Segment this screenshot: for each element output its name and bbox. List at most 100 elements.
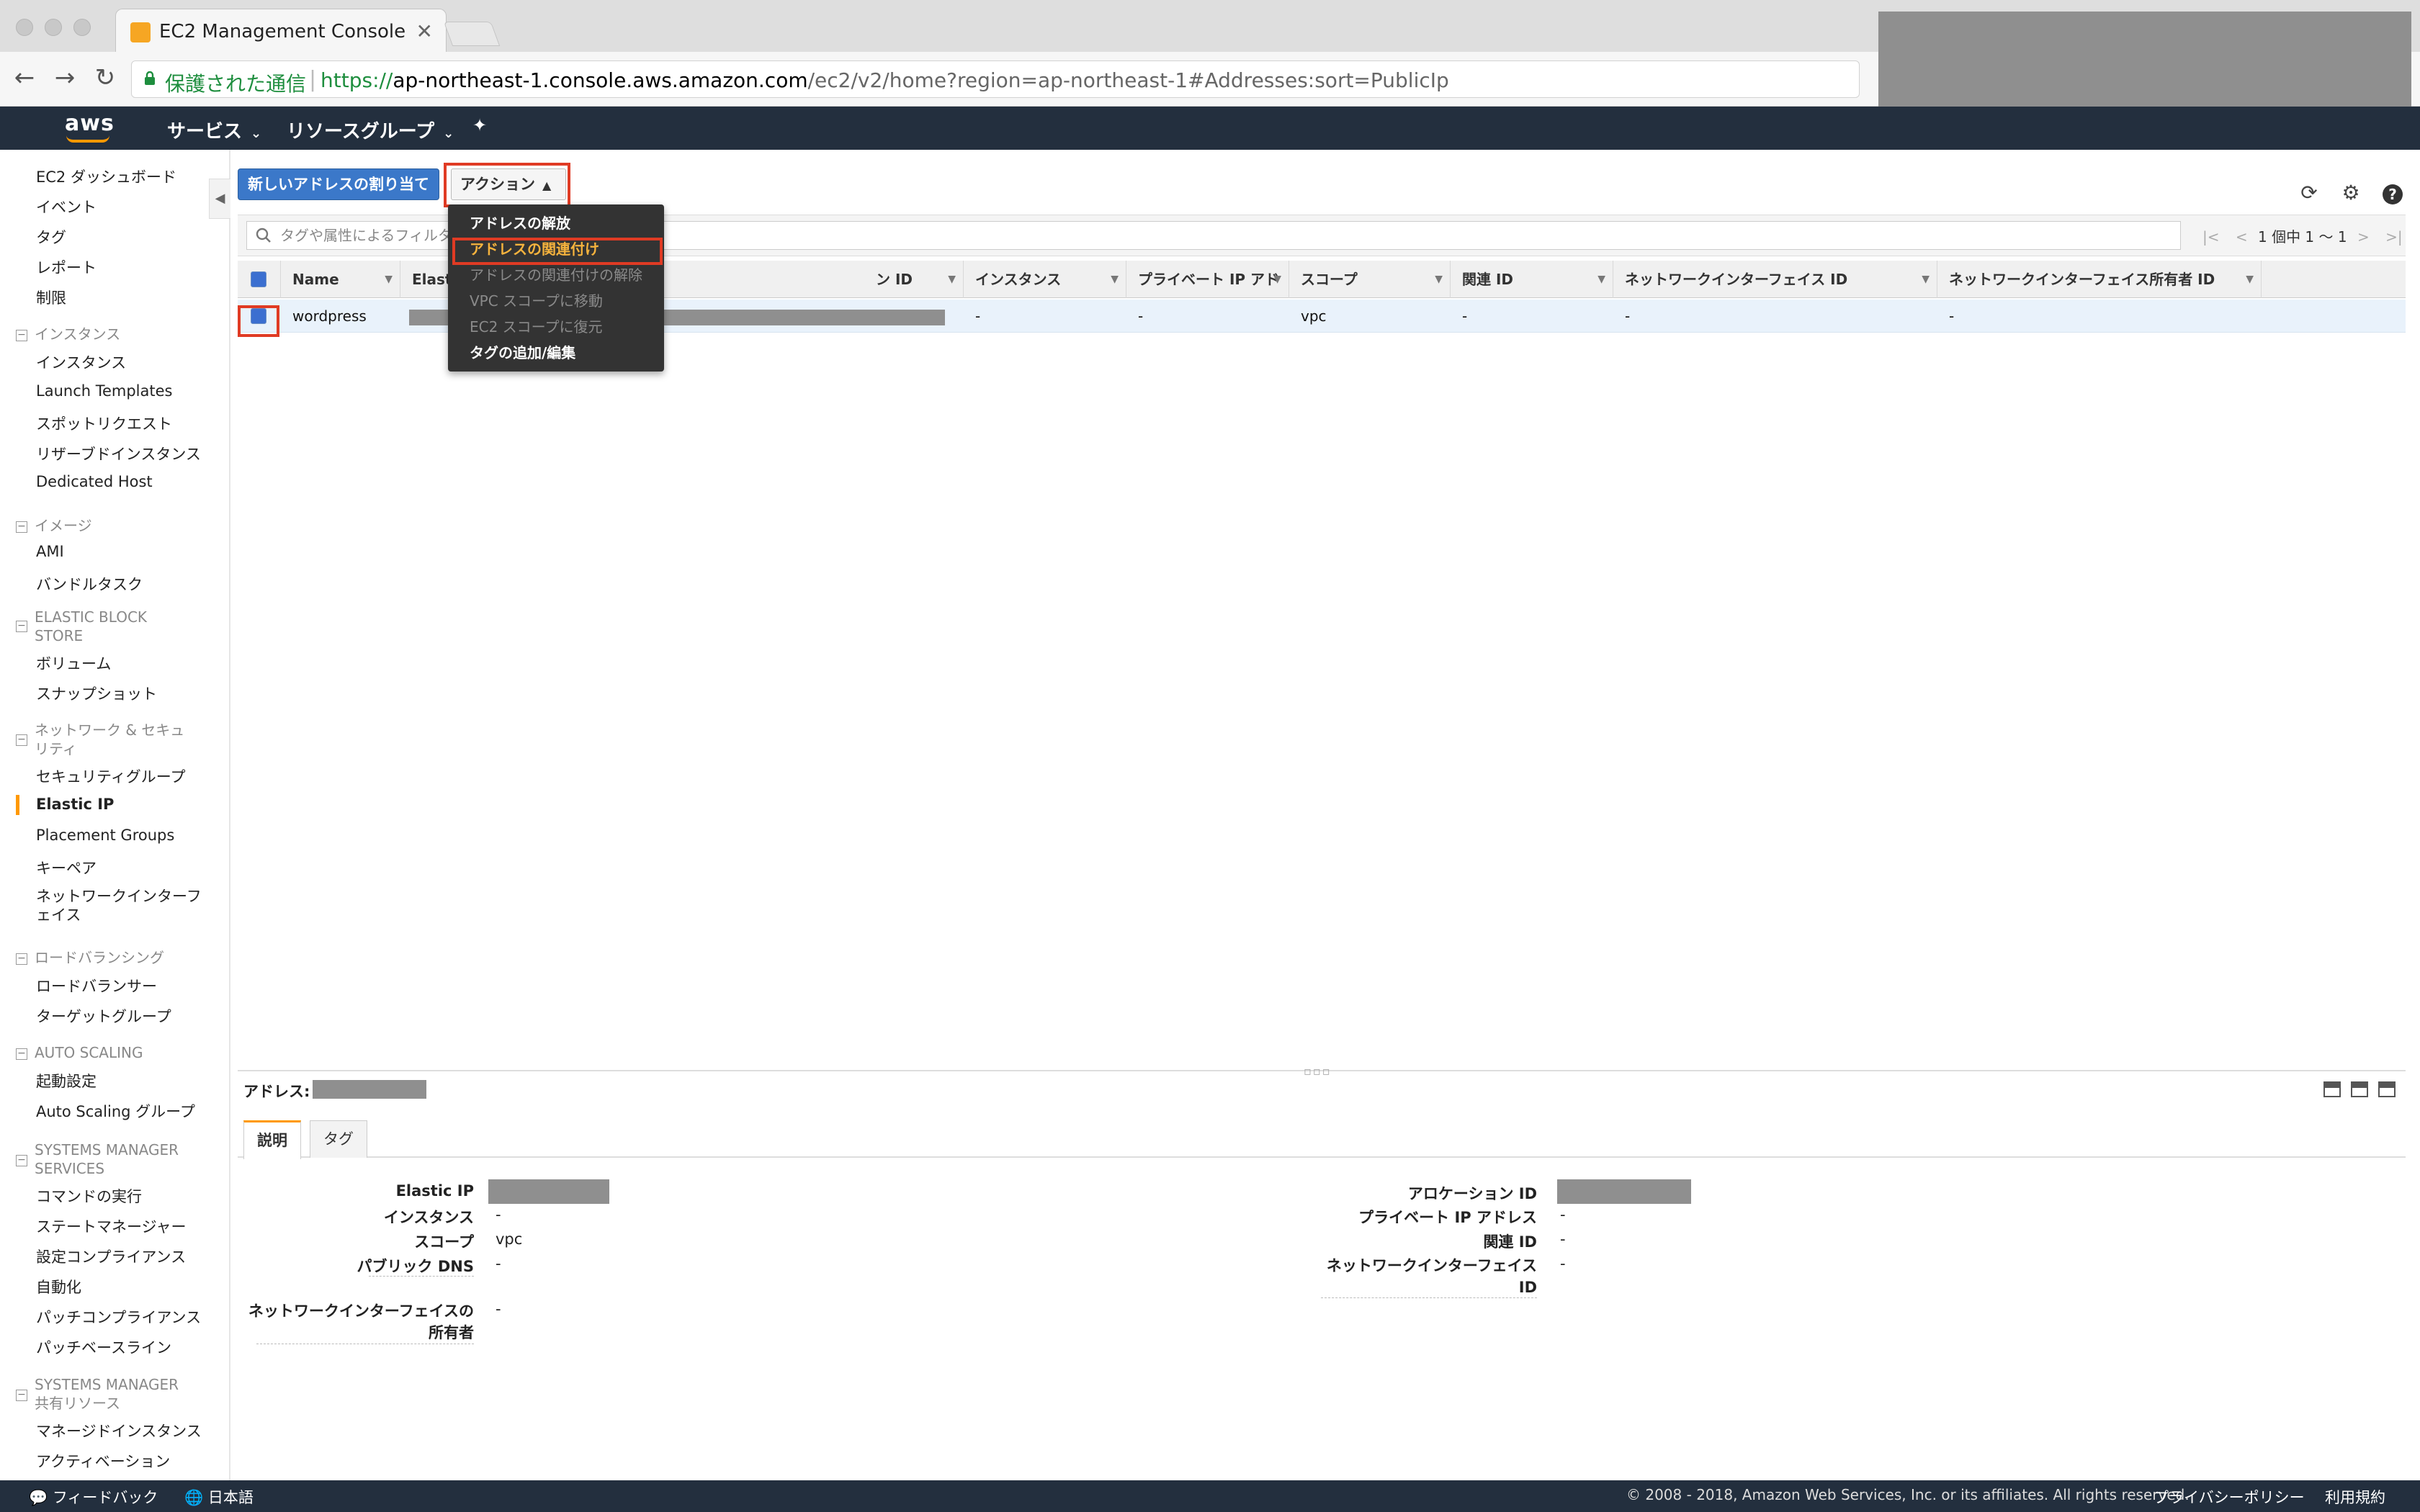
sidebar-item-elastic-ip[interactable]: Elastic IP [36,796,114,813]
speech-bubble-icon: 💬 [29,1489,48,1506]
sidebar-item-reserved-instances[interactable]: リザーブドインスタンス [36,443,201,464]
resource-groups-menu[interactable]: リソースグループ ⌄ [287,117,454,143]
column-header-private-ip[interactable]: プライベート IP アド ▼ [1126,261,1289,298]
services-menu[interactable]: サービス ⌄ [167,117,261,143]
prev-page-icon[interactable]: < [2236,228,2248,246]
sidebar-item-run-command[interactable]: コマンドの実行 [36,1185,142,1207]
forward-icon[interactable]: → [50,63,79,92]
collapse-icon[interactable]: − [16,521,27,533]
menu-item-release-address[interactable]: アドレスの解放 [470,212,570,233]
column-header-scope[interactable]: スコープ ▼ [1289,261,1451,298]
pane-layout-split-icon[interactable] [2351,1081,2368,1097]
pagination-status: 1 個中 1 〜 1 [2257,228,2347,246]
sidebar-item-security-groups[interactable]: セキュリティグループ [36,765,185,787]
column-header-association-id[interactable]: 関連 ID ▼ [1451,261,1613,298]
column-header-name[interactable]: Name ▼ [281,261,400,298]
feedback-link[interactable]: 💬 フィードバック [29,1486,158,1508]
url-text: https://ap-northeast-1.console.aws.amazo… [321,68,1449,92]
detail-value-scope: vpc [496,1230,523,1248]
help-icon[interactable]: ? [2381,183,2404,206]
column-header-eni-id[interactable]: ネットワークインターフェイス ID ▼ [1613,261,1937,298]
column-header-allocation-id[interactable]: ン ID ▼ [653,261,964,298]
pane-splitter[interactable]: ▫▫▫ [238,1064,2406,1078]
next-page-icon[interactable]: > [2357,228,2370,246]
sidebar-item-network-interfaces[interactable]: ネットワークインターフ ェイス [36,887,202,924]
lock-icon [145,71,155,85]
detail-label-instance: インスタンス [383,1209,474,1226]
aws-navigation-bar: aws サービス ⌄ リソースグループ ⌄ ✦ [0,107,2420,150]
sidebar-item-bundle-tasks[interactable]: バンドルタスク [36,573,143,595]
sidebar-item-target-groups[interactable]: ターゲットグループ [36,1005,171,1027]
sidebar-item-instances[interactable]: インスタンス [36,351,126,373]
tab-close-icon[interactable]: ✕ [416,19,433,43]
cell-eni-owner: - [1949,307,1955,325]
last-page-icon[interactable]: >| [2385,228,2403,246]
aws-logo[interactable]: aws [65,111,115,136]
sidebar-item-launch-templates[interactable]: Launch Templates [36,382,172,400]
allocate-new-address-button[interactable]: 新しいアドレスの割り当て [238,168,439,200]
sidebar-item-placement-groups[interactable]: Placement Groups [36,827,174,844]
privacy-policy-link[interactable]: プライバシーポリシー [2154,1486,2305,1508]
pane-layout-full-icon[interactable] [2378,1081,2396,1097]
sidebar-item-key-pairs[interactable]: キーペア [36,857,97,878]
secure-connection-label: 保護された通信 [165,72,307,96]
pin-icon[interactable]: ✦ [472,115,487,135]
collapse-icon[interactable]: − [16,953,27,965]
sidebar-section-images: イメージ [35,517,92,534]
column-header-instance[interactable]: インスタンス ▼ [964,261,1126,298]
sidebar-item-dedicated-hosts[interactable]: Dedicated Host [36,473,153,490]
aws-box-icon [130,22,151,42]
collapse-icon[interactable]: − [16,1155,27,1166]
menu-item-add-edit-tags[interactable]: タグの追加/編集 [470,341,575,362]
sidebar-item-launch-configurations[interactable]: 起動設定 [36,1070,97,1092]
window-zoom-button[interactable] [73,19,91,36]
back-icon[interactable]: ← [10,63,39,92]
sidebar-item-ami[interactable]: AMI [36,543,64,560]
collapse-icon[interactable]: − [16,330,27,341]
sidebar-item-reports[interactable]: レポート [36,256,97,278]
sidebar-item-auto-scaling-groups[interactable]: Auto Scaling グループ [36,1100,195,1122]
sidebar-item-spot-requests[interactable]: スポットリクエスト [36,413,172,434]
language-selector[interactable]: 🌐 日本語 [184,1486,254,1508]
detail-value-eni-id: - [1560,1255,1566,1272]
cell-instance: - [975,307,981,325]
window-minimize-button[interactable] [45,19,62,36]
collapse-icon[interactable]: − [16,734,27,746]
collapse-icon[interactable]: − [16,1390,27,1401]
reload-icon[interactable]: ↻ [91,63,120,92]
sidebar-item-patch-baselines[interactable]: パッチベースライン [36,1336,171,1358]
sidebar-item-volumes[interactable]: ボリューム [36,652,111,674]
sort-icon: ▼ [948,274,956,285]
first-page-icon[interactable]: |< [2202,228,2220,246]
sidebar-item-activations[interactable]: アクティベーション [36,1450,170,1472]
sidebar-item-config-compliance[interactable]: 設定コンプライアンス [36,1246,186,1267]
refresh-icon[interactable]: ⟳ [2298,181,2321,204]
sidebar-item-limits[interactable]: 制限 [36,287,66,308]
url-bar[interactable]: 保護された通信 | https://ap-northeast-1.console… [131,60,1860,98]
sidebar-item-managed-instances[interactable]: マネージドインスタンス [36,1420,202,1441]
sidebar-item-patch-compliance[interactable]: パッチコンプライアンス [36,1306,201,1328]
collapse-icon[interactable]: − [16,1048,27,1060]
cell-scope: vpc [1301,307,1327,325]
new-tab-button[interactable] [443,22,501,46]
column-header-eni-owner-id[interactable]: ネットワークインターフェイス所有者 ID ▼ [1937,261,2262,298]
sidebar-item-tags[interactable]: タグ [36,226,66,248]
pane-layout-bottom-icon[interactable] [2323,1081,2341,1097]
sidebar-item-snapshots[interactable]: スナップショット [36,683,157,704]
sidebar-item-automation[interactable]: 自動化 [36,1276,81,1297]
tab-tags[interactable]: タグ [310,1120,367,1158]
collapse-icon[interactable]: − [16,621,27,632]
select-all-checkbox[interactable] [251,271,266,287]
sidebar-item-ec2-dashboard[interactable]: EC2 ダッシュボード [36,166,176,187]
footer: 💬 フィードバック 🌐 日本語 © 2008 - 2018, Amazon We… [0,1480,2420,1512]
gear-icon[interactable]: ⚙ [2339,181,2362,204]
window-close-button[interactable] [16,19,33,36]
detail-label-eni-id: ネットワークインターフェイス ID [1326,1257,1537,1296]
tab-description[interactable]: 説明 [243,1120,301,1159]
sidebar-item-state-manager[interactable]: ステートマネージャー [36,1215,187,1237]
sidebar-item-events[interactable]: イベント [36,196,97,217]
browser-tab-ec2[interactable]: EC2 Management Console ✕ [115,9,447,53]
terms-link[interactable]: 利用規約 [2325,1486,2385,1508]
sidebar-collapse-handle[interactable]: ◀ [209,179,230,219]
sidebar-item-load-balancers[interactable]: ロードバランサー [36,975,157,996]
